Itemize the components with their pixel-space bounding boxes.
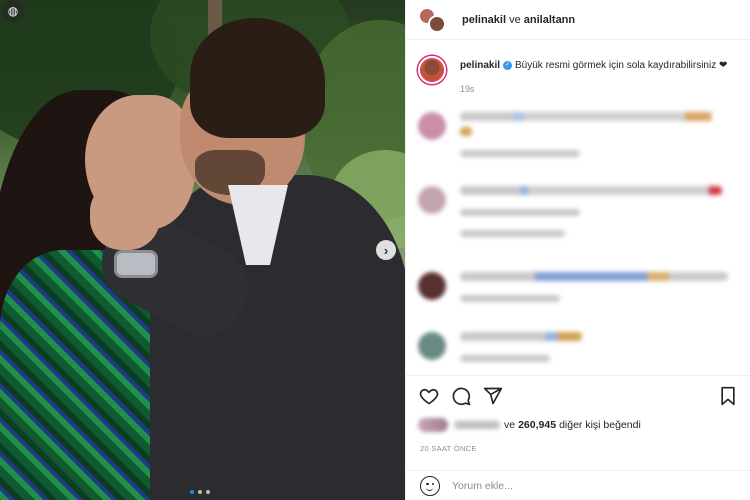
photo-hand (90, 180, 160, 250)
share-icon[interactable] (482, 385, 504, 407)
post-authors: pelinakil ve anilaltann (462, 14, 575, 26)
post-timestamp[interactable]: 20 SAAT ÖNCE (420, 444, 477, 453)
liker-name[interactable] (454, 421, 500, 429)
action-bar (406, 375, 750, 415)
caption-text: Büyük resmi görmek için sola kaydırabili… (515, 60, 728, 71)
post-header: pelinakil ve anilaltann (406, 0, 750, 40)
blurred-comment (460, 112, 725, 121)
avatar[interactable] (418, 272, 446, 300)
carousel-dot (206, 490, 210, 494)
blurred-meta (460, 150, 580, 157)
blurred-meta (460, 355, 550, 362)
emoji-icon[interactable] (420, 475, 440, 496)
blurred-meta (460, 209, 580, 216)
carousel-dot (198, 490, 202, 494)
post-caption: pelinakil ✓ Büyük resmi görmek için sola k… (406, 40, 750, 96)
list-item (418, 272, 728, 302)
post-panel: pelinakil ve anilaltann pelinakil ✓ Büyük … (405, 0, 750, 500)
carousel-badge-icon: ◍ (2, 0, 24, 22)
liker-avatars (418, 418, 448, 432)
author-link-1[interactable]: pelinakil (462, 14, 506, 26)
blurred-comment (460, 272, 728, 281)
comment-box (406, 470, 750, 500)
list-item (418, 186, 722, 237)
heart-icon[interactable] (418, 385, 440, 407)
next-arrow-icon[interactable]: › (376, 240, 396, 260)
comment-icon[interactable] (450, 385, 472, 407)
avatar[interactable] (418, 332, 446, 360)
carousel-dot (190, 490, 194, 494)
list-item (418, 112, 725, 157)
blurred-comment (460, 332, 582, 341)
list-item (418, 332, 582, 362)
avatar[interactable] (418, 186, 446, 214)
verified-icon: ✓ (503, 60, 513, 70)
caption-time: 19s (460, 84, 475, 94)
photo-watch (114, 250, 158, 278)
comment-input[interactable] (452, 479, 712, 492)
blurred-meta (460, 295, 560, 302)
authors-connector: ve (509, 13, 521, 26)
photo-man-hair (190, 18, 325, 138)
post-photo[interactable]: ◍ › (0, 0, 405, 500)
collab-avatars[interactable] (418, 6, 450, 33)
caption-username[interactable]: pelinakil (460, 60, 500, 71)
blurred-meta (460, 230, 565, 237)
likes-summary[interactable]: ve 260,945 diğer kişi beğendi (418, 418, 641, 432)
avatar[interactable] (428, 14, 446, 33)
bookmark-icon[interactable] (717, 385, 739, 407)
likes-count[interactable]: 260,945 (518, 419, 556, 431)
avatar[interactable] (418, 56, 446, 84)
likes-prefix: ve (504, 419, 516, 431)
blurred-comment (460, 186, 722, 195)
likes-suffix: diğer kişi beğendi (559, 419, 641, 431)
carousel-dots (190, 490, 210, 494)
author-link-2[interactable]: anilaltann (524, 14, 575, 26)
blurred-comment (460, 127, 472, 136)
avatar[interactable] (418, 112, 446, 140)
